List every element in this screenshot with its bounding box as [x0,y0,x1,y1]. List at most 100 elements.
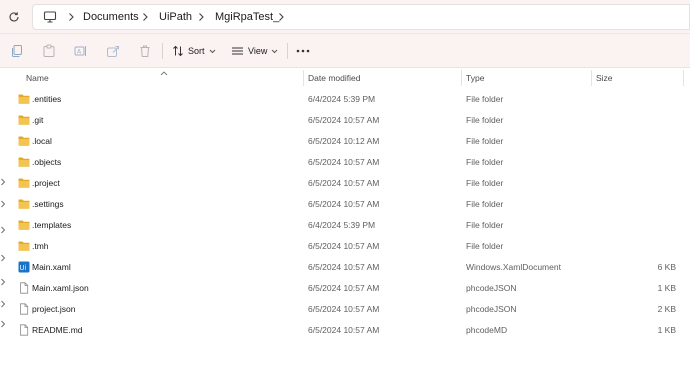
chevron-right-icon[interactable] [277,12,285,22]
file-row[interactable]: .objects 6/5/2024 10:57 AM File folder [0,152,690,173]
chevron-right-icon[interactable] [197,12,205,22]
sort-button[interactable]: Sort [172,42,216,60]
breadcrumb-current-folder[interactable]: MgiRpaTest_ [215,11,279,23]
column-header-row: Name Date modified Type Size [0,68,690,88]
file-row[interactable]: README.md 6/5/2024 10:57 AM phcodeMD 1 KB [0,320,690,341]
address-bar-area: Documents UiPath MgiRpaTest_ [0,0,690,34]
address-bar[interactable]: Documents UiPath MgiRpaTest_ [32,4,690,30]
file-type: Windows.XamlDocument [466,262,561,272]
chevron-down-icon [272,49,278,53]
svg-text:A: A [77,49,82,56]
file-name: .entities [32,94,62,104]
more-icon [296,49,310,53]
folder-icon [18,114,30,126]
file-name: .git [32,115,44,125]
file-date-modified: 6/5/2024 10:57 AM [308,325,380,335]
file-row[interactable]: .git 6/5/2024 10:57 AM File folder [0,110,690,131]
paste-icon[interactable] [42,44,56,58]
rename-icon[interactable]: A [74,44,88,58]
file-name: .templates [32,220,72,230]
file-type: phcodeMD [466,325,508,335]
this-pc-icon[interactable] [43,10,57,24]
column-header-type[interactable]: Type [466,73,484,83]
chevron-right-icon[interactable] [67,12,75,22]
file-type: phcodeJSON [466,283,517,293]
file-name: Main.xaml.json [32,283,89,293]
file-date-modified: 6/5/2024 10:57 AM [308,115,380,125]
file-type: File folder [466,94,504,104]
column-divider[interactable] [683,70,684,86]
column-divider[interactable] [591,70,592,86]
file-date-modified: 6/5/2024 10:57 AM [308,304,380,314]
breadcrumb-uipath[interactable]: UiPath [159,11,192,23]
file-row[interactable]: Ui Main.xaml 6/5/2024 10:57 AM Windows.Xaml… [0,257,690,278]
sort-ascending-icon [160,68,168,76]
chevron-down-icon [209,49,215,53]
file-date-modified: 6/5/2024 10:57 AM [308,199,380,209]
file-size: 6 KB [657,262,676,272]
chevron-right-icon[interactable] [141,12,149,22]
column-header-size[interactable]: Size [596,73,613,83]
file-name: README.md [32,325,83,335]
file-row[interactable]: .tmh 6/5/2024 10:57 AM File folder [0,236,690,257]
file-row[interactable]: .project 6/5/2024 10:57 AM File folder [0,173,690,194]
svg-text:Ui: Ui [20,264,27,272]
column-divider[interactable] [461,70,462,86]
toolbar-divider [287,43,288,59]
uipath-xaml-icon: Ui [18,261,30,273]
breadcrumb-documents[interactable]: Documents [83,11,139,23]
file-date-modified: 6/5/2024 10:12 AM [308,136,380,146]
file-name: .tmh [32,241,49,251]
folder-icon [18,135,30,147]
delete-icon[interactable] [138,44,152,58]
copy-icon[interactable] [10,44,24,58]
column-divider[interactable] [303,70,304,86]
folder-icon [18,177,30,189]
file-icon [18,324,30,336]
file-icon [18,282,30,294]
view-icon [232,47,243,55]
refresh-icon[interactable] [6,9,22,25]
file-name: .local [32,136,52,146]
view-button[interactable]: View [231,42,278,60]
file-date-modified: 6/5/2024 10:57 AM [308,262,380,272]
file-row[interactable]: .entities 6/4/2024 5:39 PM File folder [0,89,690,110]
folder-icon [18,156,30,168]
column-header-date[interactable]: Date modified [308,73,360,83]
file-row[interactable]: .local 6/5/2024 10:12 AM File folder [0,131,690,152]
vertical-scrollbar[interactable] [686,88,690,364]
toolbar-divider [162,43,163,59]
file-type: File folder [466,178,504,188]
file-date-modified: 6/4/2024 5:39 PM [308,220,376,230]
file-date-modified: 6/5/2024 10:57 AM [308,178,380,188]
file-row[interactable]: project.json 6/5/2024 10:57 AM phcodeJSON 2… [0,299,690,320]
file-row[interactable]: .settings 6/5/2024 10:57 AM File folder [0,194,690,215]
file-type: phcodeJSON [466,304,517,314]
file-date-modified: 6/5/2024 10:57 AM [308,157,380,167]
view-label: View [248,46,268,56]
file-type: File folder [466,115,504,125]
sort-label: Sort [188,46,205,56]
file-icon [18,303,30,315]
folder-icon [18,240,30,252]
file-row[interactable]: Main.xaml.json 6/5/2024 10:57 AM phcodeJSO… [0,278,690,299]
file-size: 2 KB [657,304,676,314]
folder-icon [18,198,30,210]
column-header-name[interactable]: Name [26,73,49,83]
file-name: .objects [32,157,62,167]
file-type: File folder [466,241,504,251]
file-row[interactable]: .templates 6/4/2024 5:39 PM File folder [0,215,690,236]
command-bar: A Sort View [0,34,690,68]
file-date-modified: 6/5/2024 10:57 AM [308,241,380,251]
file-type: File folder [466,199,504,209]
share-icon[interactable] [106,44,120,58]
file-type: File folder [466,136,504,146]
file-name: project.json [32,304,76,314]
file-size: 1 KB [657,283,676,293]
file-name: Main.xaml [32,262,71,272]
file-type: File folder [466,157,504,167]
file-type: File folder [466,220,504,230]
more-options-button[interactable] [296,42,310,60]
file-name: .settings [32,199,64,209]
file-date-modified: 6/4/2024 5:39 PM [308,94,376,104]
